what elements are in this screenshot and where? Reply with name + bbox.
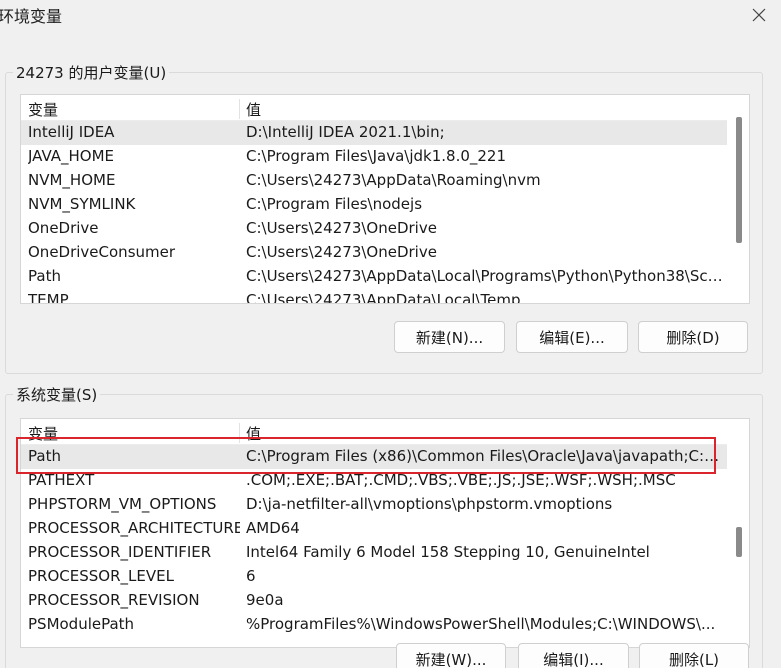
user-new-button[interactable]: 新建(N)... bbox=[394, 321, 505, 353]
variable-name: NVM_HOME bbox=[28, 171, 116, 189]
variable-value: C:\Users\24273\AppData\Local\Temp bbox=[246, 291, 521, 304]
user-variables-label: 24273 的用户变量(U) bbox=[13, 62, 170, 83]
list-item[interactable]: PROCESSOR_ARCHITECTURE AMD64 bbox=[21, 517, 727, 541]
variable-value: 9e0a bbox=[246, 591, 284, 609]
variable-name: PHPSTORM_VM_OPTIONS bbox=[28, 495, 217, 513]
list-item[interactable]: PSModulePath %ProgramFiles%\WindowsPower… bbox=[21, 613, 727, 637]
variable-name: Path bbox=[28, 447, 61, 465]
list-item[interactable]: PATHEXT .COM;.EXE;.BAT;.CMD;.VBS;.VBE;.J… bbox=[21, 469, 727, 493]
system-variables-list[interactable]: 变量 值 Path C:\Program Files (x86)\Common … bbox=[20, 418, 750, 648]
scrollbar[interactable] bbox=[727, 95, 749, 303]
variable-value: 6 bbox=[246, 567, 256, 585]
system-new-button[interactable]: 新建(W)... bbox=[396, 643, 506, 668]
list-item[interactable]: PHPSTORM_VM_OPTIONS D:\ja-netfilter-all\… bbox=[21, 493, 727, 517]
list-item[interactable]: NVM_HOME C:\Users\24273\AppData\Roaming\… bbox=[21, 169, 727, 193]
variable-name: TEMP bbox=[28, 291, 69, 304]
title-bar: 环境变量 bbox=[0, 0, 781, 34]
user-edit-button[interactable]: 编辑(E)... bbox=[516, 321, 628, 353]
close-button[interactable] bbox=[737, 0, 781, 30]
list-item[interactable]: PROCESSOR_IDENTIFIER Intel64 Family 6 Mo… bbox=[21, 541, 727, 565]
variable-name: IntelliJ IDEA bbox=[28, 123, 115, 141]
window-title: 环境变量 bbox=[0, 7, 63, 26]
variable-value: .COM;.EXE;.BAT;.CMD;.VBS;.VBE;.JS;.JSE;.… bbox=[246, 471, 676, 489]
variable-name: NVM_SYMLINK bbox=[28, 195, 136, 213]
variable-value: C:\Users\24273\AppData\Roaming\nvm bbox=[246, 171, 541, 189]
column-header-value[interactable]: 值 bbox=[246, 423, 723, 444]
scrollbar[interactable] bbox=[727, 419, 749, 647]
column-header-value[interactable]: 值 bbox=[246, 99, 723, 120]
variable-value: D:\ja-netfilter-all\vmoptions\phpstorm.v… bbox=[246, 495, 613, 513]
column-header-variable[interactable]: 变量 bbox=[28, 423, 240, 444]
column-divider[interactable] bbox=[239, 99, 240, 119]
scrollbar-thumb[interactable] bbox=[736, 527, 742, 557]
variable-name: OneDriveConsumer bbox=[28, 243, 176, 261]
list-header: 变量 值 bbox=[21, 97, 727, 121]
list-item[interactable]: TEMP C:\Users\24273\AppData\Local\Temp bbox=[21, 289, 727, 304]
variable-value: D:\IntelliJ IDEA 2021.1\bin; bbox=[246, 123, 445, 141]
variable-name: PROCESSOR_REVISION bbox=[28, 591, 200, 609]
variable-value: C:\Users\24273\AppData\Local\Programs\Py… bbox=[246, 267, 723, 285]
variable-value: C:\Users\24273\OneDrive bbox=[246, 243, 437, 261]
variable-value: C:\Users\24273\OneDrive bbox=[246, 219, 437, 237]
variable-name: PSModulePath bbox=[28, 615, 135, 633]
list-item[interactable]: Path C:\Users\24273\AppData\Local\Progra… bbox=[21, 265, 727, 289]
scrollbar-thumb[interactable] bbox=[736, 117, 742, 243]
variable-value: %ProgramFiles%\WindowsPowerShell\Modules… bbox=[246, 615, 716, 633]
list-item[interactable]: PROCESSOR_LEVEL 6 bbox=[21, 565, 727, 589]
variable-value: AMD64 bbox=[246, 519, 300, 537]
variable-value: C:\Program Files (x86)\Common Files\Orac… bbox=[246, 447, 723, 465]
list-item[interactable]: NVM_SYMLINK C:\Program Files\nodejs bbox=[21, 193, 727, 217]
system-edit-button[interactable]: 编辑(I)... bbox=[518, 643, 629, 668]
variable-value: C:\Program Files\Java\jdk1.8.0_221 bbox=[246, 147, 507, 165]
variable-value: C:\Program Files\nodejs bbox=[246, 195, 423, 213]
list-item[interactable]: PROCESSOR_REVISION 9e0a bbox=[21, 589, 727, 613]
list-item[interactable]: JAVA_HOME C:\Program Files\Java\jdk1.8.0… bbox=[21, 145, 727, 169]
user-variables-group: 24273 的用户变量(U) 变量 值 IntelliJ IDEA D:\Int… bbox=[5, 62, 763, 374]
variable-value: Intel64 Family 6 Model 158 Stepping 10, … bbox=[246, 543, 650, 561]
list-item[interactable]: IntelliJ IDEA D:\IntelliJ IDEA 2021.1\bi… bbox=[21, 121, 727, 145]
system-delete-button[interactable]: 删除(L) bbox=[639, 643, 749, 668]
column-divider[interactable] bbox=[239, 423, 240, 443]
user-variables-list[interactable]: 变量 值 IntelliJ IDEA D:\IntelliJ IDEA 2021… bbox=[20, 94, 750, 304]
variable-name: PATHEXT bbox=[28, 471, 95, 489]
system-variables-group: 系统变量(S) 变量 值 Path C:\Program Files (x86)… bbox=[5, 384, 763, 668]
user-delete-button[interactable]: 删除(D) bbox=[638, 321, 748, 353]
list-item[interactable]: OneDriveConsumer C:\Users\24273\OneDrive bbox=[21, 241, 727, 265]
list-item[interactable]: OneDrive C:\Users\24273\OneDrive bbox=[21, 217, 727, 241]
variable-name: PROCESSOR_ARCHITECTURE bbox=[28, 519, 240, 537]
variable-name: OneDrive bbox=[28, 219, 99, 237]
column-header-variable[interactable]: 变量 bbox=[28, 99, 240, 120]
close-icon bbox=[752, 8, 766, 22]
list-header: 变量 值 bbox=[21, 421, 727, 445]
list-item[interactable]: Path C:\Program Files (x86)\Common Files… bbox=[21, 445, 727, 469]
variable-name: Path bbox=[28, 267, 61, 285]
system-variables-label: 系统变量(S) bbox=[13, 384, 101, 405]
variable-name: JAVA_HOME bbox=[28, 147, 115, 165]
variable-name: PROCESSOR_LEVEL bbox=[28, 567, 174, 585]
variable-name: PROCESSOR_IDENTIFIER bbox=[28, 543, 212, 561]
